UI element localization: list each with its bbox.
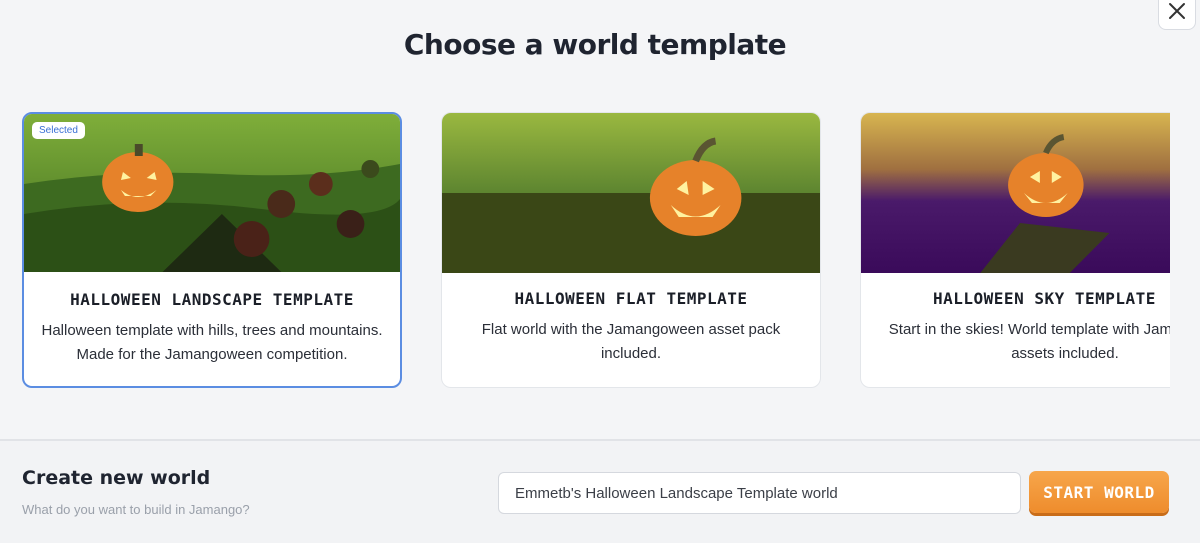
template-card-landscape[interactable]: Selected HALLOWEEN LANDSCAPE TEMPLATE Ha… (22, 112, 402, 388)
template-list: Selected HALLOWEEN LANDSCAPE TEMPLATE Ha… (22, 112, 1170, 392)
close-button[interactable] (1158, 0, 1196, 30)
template-title: HALLOWEEN SKY TEMPLATE (933, 289, 1156, 308)
start-world-button[interactable]: START WORLD (1029, 471, 1169, 513)
template-title: HALLOWEEN LANDSCAPE TEMPLATE (70, 290, 354, 309)
template-description: Start in the skies! World template with … (888, 321, 1170, 362)
world-name-input[interactable] (498, 472, 1021, 514)
template-card-flat[interactable]: HALLOWEEN FLAT TEMPLATE Flat world with … (441, 112, 821, 388)
template-image-flat (442, 113, 820, 273)
template-title: HALLOWEEN FLAT TEMPLATE (514, 289, 748, 308)
template-description: Flat world with the Jamangoween asset pa… (481, 321, 781, 362)
selected-badge: Selected (32, 122, 85, 139)
close-icon (1168, 2, 1186, 20)
template-card-sky[interactable]: HALLOWEEN SKY TEMPLATE Start in the skie… (860, 112, 1170, 388)
template-image-sky (861, 113, 1170, 273)
create-subtitle: What do you want to build in Jamango? (22, 502, 250, 517)
template-description: Halloween template with hills, trees and… (41, 322, 383, 363)
page-title: Choose a world template (403, 28, 787, 61)
create-title: Create new world (22, 467, 211, 489)
